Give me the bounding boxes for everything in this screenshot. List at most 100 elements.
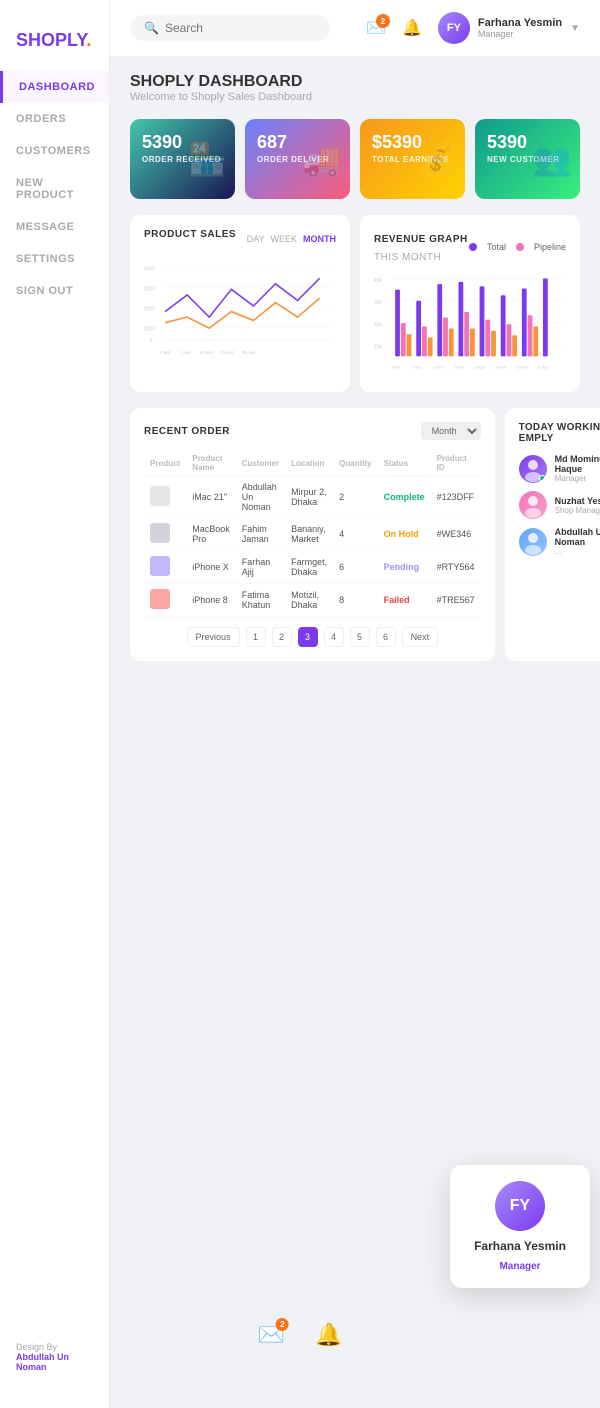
page-3[interactable]: 3 — [298, 627, 318, 647]
svg-text:21 April: 21 April — [221, 349, 234, 354]
stat-card-deliver: 687 ORDER DELIVER 🚚 — [245, 119, 350, 199]
sidebar-item-settings[interactable]: SETTINGS — [0, 243, 109, 275]
dropdown-icon: ▼ — [570, 23, 580, 34]
orders-title: RECENT ORDER — [144, 426, 230, 437]
tab-week[interactable]: WEEK — [270, 234, 297, 244]
col-pid: Product ID — [431, 450, 481, 477]
tab-day[interactable]: DAY — [247, 234, 265, 244]
app-name: SHOPLY — [16, 30, 86, 50]
svg-text:20k: 20k — [374, 322, 382, 328]
table-row: MacBook Pro Fahim Jaman Bananiy, Market … — [144, 518, 481, 551]
dashboard-title: SHOPLY DASHBOARD — [130, 73, 580, 91]
legend-total-dot — [469, 243, 477, 251]
search-box[interactable]: 🔍 — [130, 15, 330, 41]
svg-text:9April: 9April — [455, 365, 464, 369]
employee-item: Md Mominul Haque Manager — [519, 454, 600, 483]
sidebar-item-message[interactable]: MESSAGE — [0, 211, 109, 243]
design-credit: Design By Abdullah Un Noman — [0, 1326, 109, 1388]
header: 🔍 ✉️ 2 🔔 FY Farhana Yesmin Manager ▼ — [110, 0, 600, 57]
emp-avatar — [519, 528, 547, 556]
emp-name: Nuzhat Yesmin — [555, 496, 600, 506]
orders-card: RECENT ORDER MonthWeekDay Product Produc… — [130, 408, 495, 661]
bottom-mail-icon[interactable]: ✉️ 2 — [258, 1322, 285, 1348]
svg-text:40k: 40k — [374, 278, 382, 284]
stat-card-orders: 5390 ORDER RECEIVED 🏪 — [130, 119, 235, 199]
mail-icon[interactable]: ✉️ 2 — [366, 18, 386, 38]
col-location: Location — [285, 450, 333, 477]
sidebar-item-dashboard[interactable]: DASHBOARD — [0, 71, 109, 103]
revenue-graph-card: REVENUE GRAPH THIS MONTH Total Pipeline — [360, 215, 580, 392]
svg-text:13 April: 13 April — [474, 365, 485, 369]
search-icon: 🔍 — [144, 21, 159, 35]
table-row: iMac 21" Abdullah Un Noman Mirpur 2, Dha… — [144, 477, 481, 518]
tab-month[interactable]: MONTH — [303, 234, 336, 244]
employee-item: Nuzhat Yesmin Shop Manager — [519, 491, 600, 519]
deliver-icon: 🚚 — [302, 140, 342, 178]
user-role: Manager — [478, 29, 562, 39]
page-2[interactable]: 2 — [272, 627, 292, 647]
month-select[interactable]: MonthWeekDay — [421, 422, 481, 440]
stat-card-earnings: $5390 TOTAL EARNINGS 💰 — [360, 119, 465, 199]
sidebar-item-customers[interactable]: CUSTOMERS — [0, 135, 109, 167]
profile-popup-role: Manager — [499, 1261, 540, 1272]
profile-popup-avatar: FY — [495, 1181, 545, 1231]
page-1[interactable]: 1 — [246, 627, 266, 647]
designer-link[interactable]: Abdullah Un Noman — [16, 1352, 69, 1372]
chart-tabs: DAY WEEK MONTH — [247, 234, 336, 244]
search-input[interactable] — [165, 21, 316, 35]
orders-table: Product Product Name Customer Location Q… — [144, 450, 481, 617]
stat-cards: 5390 ORDER RECEIVED 🏪 687 ORDER DELIVER … — [130, 119, 580, 199]
sidebar-item-new-product[interactable]: NEW PRODUCT — [0, 167, 109, 211]
profile-popup: FY Farhana Yesmin Manager — [450, 1165, 590, 1288]
sidebar: SHOPLY. DASHBOARD ORDERS CUSTOMERS NEW P… — [0, 0, 110, 1408]
svg-text:3 April: 3 April — [412, 365, 421, 369]
user-profile[interactable]: FY Farhana Yesmin Manager ▼ — [438, 12, 580, 44]
svg-text:1 April: 1 April — [391, 365, 400, 369]
svg-text:23 April: 23 April — [516, 365, 527, 369]
app-logo: SHOPLY. — [0, 20, 109, 71]
employee-item: Abdullah Un Noman ... — [519, 527, 600, 556]
customers-icon: 👥 — [532, 140, 572, 178]
product-sales-card: PRODUCT SALES DAY WEEK MONTH — [130, 215, 350, 392]
revenue-header: REVENUE GRAPH THIS MONTH Total Pipeline — [374, 229, 566, 265]
profile-popup-name: Farhana Yesmin — [474, 1239, 566, 1253]
orders-icon: 🏪 — [187, 140, 227, 178]
svg-text:1000: 1000 — [144, 326, 155, 332]
chart-legend: Total Pipeline — [469, 242, 566, 252]
legend-total: Total — [487, 242, 506, 252]
sidebar-item-signout[interactable]: SIGN OUT — [0, 275, 109, 307]
next-button[interactable]: Next — [402, 627, 439, 647]
emp-name: Abdullah Un Noman — [555, 527, 600, 547]
dashboard-subtitle: Welcome to Shoply Sales Dashboard — [130, 91, 580, 103]
page-6[interactable]: 6 — [376, 627, 396, 647]
svg-text:7 April: 7 April — [180, 349, 191, 354]
svg-text:10k: 10k — [374, 344, 382, 350]
svg-text:1 April: 1 April — [159, 349, 170, 354]
emp-role: ... — [555, 547, 600, 556]
svg-text:2000: 2000 — [144, 306, 155, 312]
col-status: Status — [378, 450, 431, 477]
user-name: Farhana Yesmin — [478, 17, 562, 29]
table-row: iPhone X Farhan Ajij Farmget, Dhaka 6 Pe… — [144, 551, 481, 584]
col-customer: Customer — [236, 450, 285, 477]
avatar: FY — [438, 12, 470, 44]
col-product: Product — [144, 450, 186, 477]
revenue-title: REVENUE GRAPH THIS MONTH — [374, 234, 468, 263]
line-chart: 4000 3000 2000 1000 0 1 April 7 April 14… — [144, 256, 336, 356]
svg-text:3000: 3000 — [144, 286, 155, 292]
bottom-row: RECENT ORDER MonthWeekDay Product Produc… — [130, 408, 580, 661]
mail-badge: 2 — [376, 14, 390, 28]
page-5[interactable]: 5 — [350, 627, 370, 647]
sidebar-item-orders[interactable]: ORDERS — [0, 103, 109, 135]
col-qty: Quantity — [333, 450, 377, 477]
emp-role: Shop Manager — [555, 506, 600, 515]
svg-text:0: 0 — [150, 338, 153, 344]
emp-name: Md Mominul Haque — [555, 454, 600, 474]
bottom-bell-icon[interactable]: 🔔 — [315, 1322, 342, 1348]
svg-text:14 April: 14 April — [200, 349, 213, 354]
charts-row: PRODUCT SALES DAY WEEK MONTH — [130, 215, 580, 392]
page-4[interactable]: 4 — [324, 627, 344, 647]
dashboard-content: SHOPLY DASHBOARD Welcome to Shoply Sales… — [110, 57, 600, 677]
bell-icon[interactable]: 🔔 — [402, 18, 422, 38]
prev-button[interactable]: Previous — [187, 627, 240, 647]
